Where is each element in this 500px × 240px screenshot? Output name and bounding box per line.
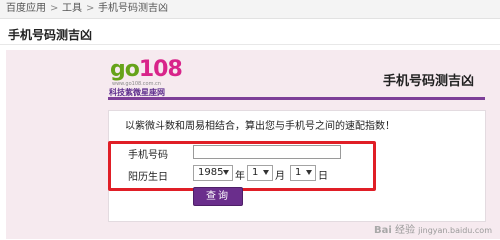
breadcrumb-separator: >: [86, 3, 95, 14]
breadcrumb-item-current: 手机号码测吉凶: [98, 3, 168, 14]
chevron-down-icon: [306, 170, 312, 175]
year-unit: 年: [235, 171, 245, 182]
logo-wordmark: go108: [110, 57, 183, 82]
baidu-jingyan-watermark: Bai 经验 jingyan.baidu.com: [374, 221, 492, 236]
watermark-url: jingyan.baidu.com: [418, 226, 492, 235]
chevron-down-icon: [263, 170, 269, 175]
day-select[interactable]: 1: [290, 165, 316, 181]
birthday-label: 阳历生日: [128, 172, 168, 183]
day-unit: 日: [318, 171, 328, 182]
phone-label: 手机号码: [128, 150, 168, 161]
query-button[interactable]: 查询: [193, 187, 243, 206]
month-select[interactable]: 1: [247, 165, 273, 181]
divider: [0, 44, 500, 45]
watermark-logo: Bai: [373, 225, 392, 236]
chevron-down-icon: [223, 170, 229, 175]
year-select-value: 1985: [198, 167, 224, 178]
breadcrumb-item-baidu-apps[interactable]: 百度应用: [6, 0, 46, 18]
phone-input[interactable]: [193, 145, 341, 159]
accent-rule: [108, 97, 485, 100]
month-unit: 月: [275, 171, 285, 182]
intro-text: 以紫微斗数和周易相结合，算出您与手机号之间的速配指数！: [125, 121, 395, 132]
page-title: 手机号码测吉凶: [8, 28, 93, 42]
breadcrumb-separator: >: [50, 3, 59, 14]
go108-logo[interactable]: go108 www.go108.com.cn 科技紫微星座网: [108, 57, 184, 98]
day-select-value: 1: [295, 167, 302, 178]
breadcrumb-item-tools[interactable]: 工具: [62, 0, 82, 18]
month-select-value: 1: [252, 167, 259, 178]
app-title: 手机号码测吉凶: [383, 74, 475, 89]
breadcrumb: 百度应用 > 工具 > 手机号码测吉凶: [0, 0, 500, 19]
year-select[interactable]: 1985: [193, 165, 233, 181]
watermark-text: 经验: [394, 225, 415, 236]
